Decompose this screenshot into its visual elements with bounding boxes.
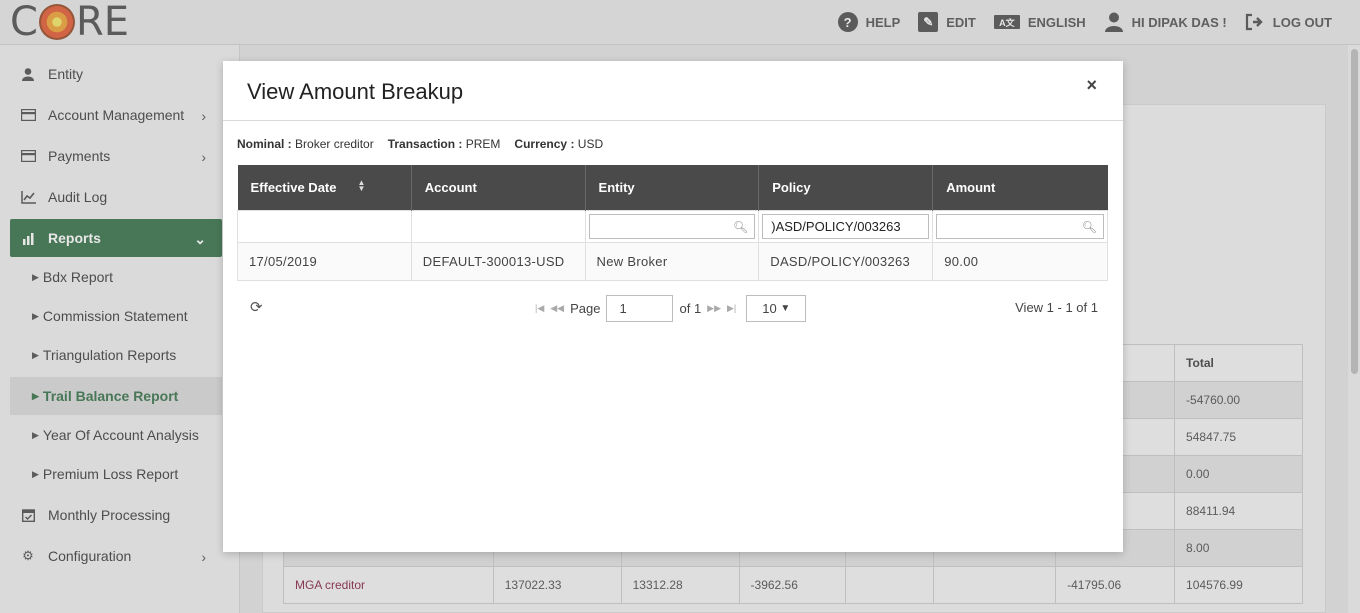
nominal-value: Broker creditor xyxy=(295,137,374,151)
filter-cell: )ASD/POLICY/003263 xyxy=(758,209,934,243)
cell-entity: New Broker xyxy=(584,241,760,281)
page-size-value: 10 xyxy=(762,301,777,316)
transaction-info: Transaction : PREM xyxy=(388,137,501,151)
modal-title: View Amount Breakup xyxy=(247,79,464,104)
cell-effective-date: 17/05/2019 xyxy=(237,241,412,281)
filter-row: 🔍︎ )ASD/POLICY/003263 🔍︎ xyxy=(237,209,1108,243)
transaction-label: Transaction : xyxy=(387,137,463,151)
sort-icon: ▲ ▼ xyxy=(357,178,366,193)
column-account[interactable]: Account xyxy=(411,165,586,210)
dropdown-arrow-icon: ▼ xyxy=(780,303,791,314)
transaction-value: PREM xyxy=(465,137,501,151)
first-page-icon[interactable]: |◀ xyxy=(535,303,544,314)
refresh-icon[interactable]: ⟳ xyxy=(250,298,263,316)
close-icon[interactable]: × xyxy=(1086,75,1097,96)
column-label: Effective Date xyxy=(250,179,337,195)
filter-value: )ASD/POLICY/003263 xyxy=(771,218,901,234)
records-summary: View 1 - 1 of 1 xyxy=(1015,300,1098,315)
cell-amount: 90.00 xyxy=(932,241,1108,281)
filter-cell: 🔍︎ xyxy=(932,209,1108,243)
table-row[interactable]: 17/05/2019 DEFAULT-300013-USD New Broker… xyxy=(237,241,1108,281)
entity-filter-input[interactable]: 🔍︎ xyxy=(588,213,756,239)
breakup-meta: Nominal : Broker creditor Transaction : … xyxy=(237,137,603,151)
currency-value: USD xyxy=(577,137,604,151)
breakup-grid: Effective Date ▲ ▼ Account Entity Policy A… xyxy=(237,165,1108,281)
nominal-label: Nominal : xyxy=(237,137,292,151)
pager-nav: |◀ ◀◀ Page 1 of 1 ▶▶ ▶| 10 ▼ xyxy=(535,295,807,322)
column-amount[interactable]: Amount xyxy=(932,165,1108,210)
filter-cell xyxy=(237,209,412,243)
column-effective-date[interactable]: Effective Date ▲ ▼ xyxy=(237,165,412,210)
cell-policy: DASD/POLICY/003263 xyxy=(758,241,934,281)
amount-breakup-modal: View Amount Breakup × Nominal : Broker c… xyxy=(223,61,1123,552)
cell-account: DEFAULT-300013-USD xyxy=(410,241,586,281)
amount-filter-input[interactable]: 🔍︎ xyxy=(936,213,1104,239)
column-entity[interactable]: Entity xyxy=(585,165,760,210)
page-size-select[interactable]: 10 ▼ xyxy=(746,295,807,322)
page-number-input[interactable]: 1 xyxy=(606,295,674,322)
currency-info: Currency : USD xyxy=(514,137,603,151)
nominal-info: Nominal : Broker creditor xyxy=(237,137,374,151)
grid-pager: ⟳ |◀ ◀◀ Page 1 of 1 ▶▶ ▶| 10 ▼ View 1 - 1… xyxy=(237,289,1108,325)
page-label: Page xyxy=(570,301,601,316)
prev-page-icon[interactable]: ◀◀ xyxy=(550,303,564,314)
policy-filter-input[interactable]: )ASD/POLICY/003263 xyxy=(762,213,930,239)
next-page-icon[interactable]: ▶▶ xyxy=(707,303,721,314)
search-icon: 🔍︎ xyxy=(733,219,749,234)
filter-cell: 🔍︎ xyxy=(584,209,760,243)
search-icon: 🔍︎ xyxy=(1081,219,1097,234)
filter-cell xyxy=(410,209,586,243)
currency-label: Currency : xyxy=(514,137,575,151)
column-policy[interactable]: Policy xyxy=(758,165,934,210)
grid-header-row: Effective Date ▲ ▼ Account Entity Policy A… xyxy=(237,165,1108,210)
modal-divider xyxy=(223,120,1123,121)
page-count: of 1 xyxy=(679,301,702,316)
last-page-icon[interactable]: ▶| xyxy=(727,303,736,314)
